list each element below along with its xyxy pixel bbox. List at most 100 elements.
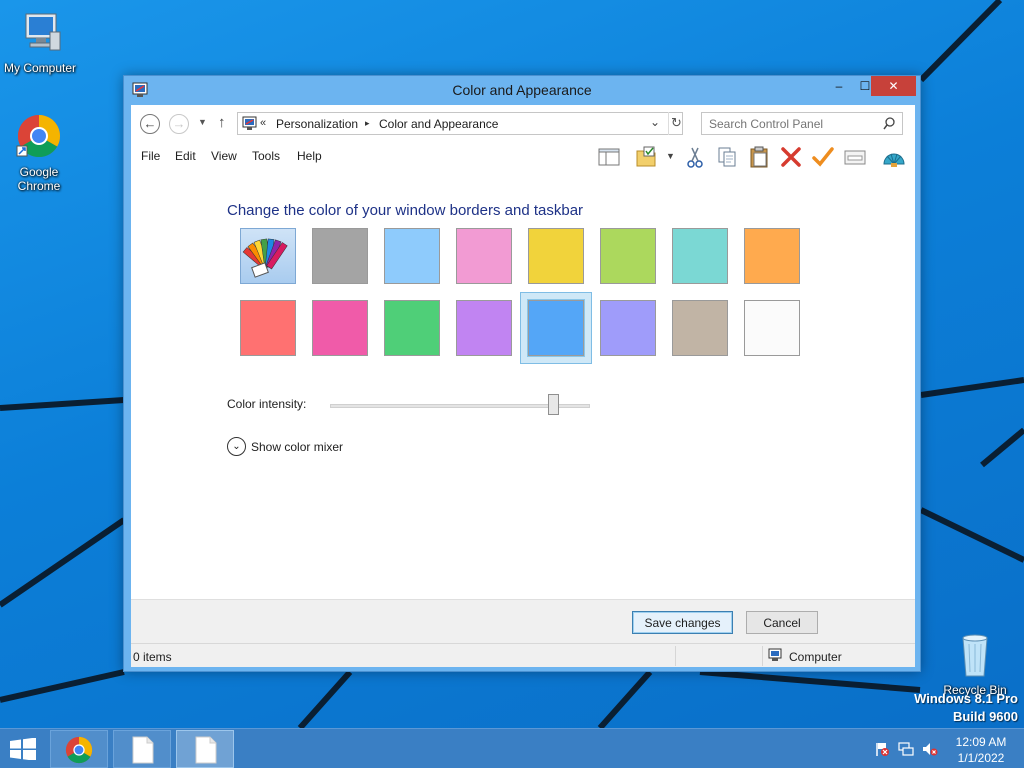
swatch-custom-palette[interactable] xyxy=(240,228,296,284)
search-icon[interactable] xyxy=(883,117,895,130)
swatch-purple[interactable] xyxy=(456,300,512,356)
show-color-mixer-label[interactable]: Show color mixer xyxy=(251,440,343,454)
status-item-count: 0 items xyxy=(133,650,172,664)
cancel-button[interactable]: Cancel xyxy=(746,611,818,634)
clock-time: 12:09 AM xyxy=(955,735,1007,749)
dialog-footer: Save changes Cancel xyxy=(131,599,915,643)
swatch-periwinkle[interactable] xyxy=(600,300,656,356)
desktop-icon-label: Google Chrome xyxy=(17,165,61,193)
swatch-green[interactable] xyxy=(384,300,440,356)
menu-view[interactable]: View xyxy=(211,149,237,163)
content-area: Change the color of your window borders … xyxy=(131,171,915,599)
breadcrumb-arrow-icon[interactable]: ▸ xyxy=(365,118,370,129)
network-icon[interactable] xyxy=(898,741,914,757)
taskbar-chrome[interactable] xyxy=(50,730,108,768)
desktop-icon-google-chrome[interactable]: Google Chrome xyxy=(0,112,79,193)
folder-check-icon[interactable] xyxy=(634,145,658,169)
status-divider xyxy=(762,646,763,666)
forward-button[interactable]: → xyxy=(169,114,189,134)
volume-muted-icon[interactable] xyxy=(922,741,938,757)
save-changes-button[interactable]: Save changes xyxy=(632,611,733,634)
breadcrumb-overflow[interactable]: « xyxy=(260,117,266,129)
swatch-light-blue[interactable] xyxy=(384,228,440,284)
menu-bar: File Edit View Tools Help ▼ xyxy=(131,141,915,171)
watermark-edition: Windows 8.1 Pro xyxy=(914,691,1018,706)
swatch-pink[interactable] xyxy=(456,228,512,284)
watermark-build: Build 9600 xyxy=(952,709,1018,724)
paste-icon[interactable] xyxy=(747,145,771,169)
menu-help[interactable]: Help xyxy=(297,149,322,163)
address-dropdown-button[interactable]: ⌄ xyxy=(650,115,660,129)
chevron-down-icon: ⌄ xyxy=(650,115,661,129)
close-button[interactable]: ✕ xyxy=(871,76,916,96)
window-title: Color and Appearance xyxy=(452,82,592,98)
document-icon xyxy=(132,736,154,764)
refresh-button[interactable]: ↻ xyxy=(668,112,684,135)
desktop-icon-label: My Computer xyxy=(3,61,77,75)
title-bar[interactable]: Color and Appearance ‒ ☐ ✕ xyxy=(124,76,920,105)
chrome-icon xyxy=(16,114,61,158)
taskbar-clock[interactable]: 12:09 AM 1/1/2022 xyxy=(944,734,1018,766)
chrome-icon xyxy=(65,736,93,764)
up-arrow-icon: ↑ xyxy=(218,114,226,131)
recent-locations-button[interactable]: ▼ xyxy=(198,117,207,127)
chevron-down-icon: ⌄ xyxy=(232,441,241,452)
search-box[interactable] xyxy=(701,112,903,135)
search-input[interactable] xyxy=(702,113,872,134)
window-client-area: ← → ▼ ↑ « Personalization ▸ Color and Ap… xyxy=(131,105,915,667)
cut-icon[interactable] xyxy=(683,145,707,169)
clock-date: 1/1/2022 xyxy=(957,751,1005,765)
swatch-teal[interactable] xyxy=(672,228,728,284)
swatch-magenta[interactable] xyxy=(312,300,368,356)
taskbar-document-2[interactable] xyxy=(176,730,234,768)
color-and-appearance-window: Color and Appearance ‒ ☐ ✕ ← → ▼ ↑ « Per… xyxy=(123,75,921,672)
copy-icon[interactable] xyxy=(715,145,739,169)
color-palette-icon xyxy=(242,238,288,278)
breadcrumb-personalization[interactable]: Personalization xyxy=(276,117,358,131)
swatch-lime[interactable] xyxy=(600,228,656,284)
menu-edit[interactable]: Edit xyxy=(175,149,196,163)
back-arrow-icon: ← xyxy=(143,116,157,131)
preview-pane-icon[interactable] xyxy=(597,145,621,169)
menu-tools[interactable]: Tools xyxy=(252,149,280,163)
os-watermark: Windows 8.1 Pro Build 9600 xyxy=(914,690,1018,726)
action-center-flag-icon[interactable] xyxy=(874,741,890,757)
page-heading: Change the color of your window borders … xyxy=(227,202,584,219)
minimize-button[interactable]: ‒ xyxy=(826,76,852,96)
status-bar: 0 items Computer xyxy=(131,643,915,667)
control-panel-icon xyxy=(242,116,257,130)
computer-icon xyxy=(25,13,61,51)
breadcrumb-color-and-appearance[interactable]: Color and Appearance xyxy=(379,117,498,131)
desktop-icon-my-computer[interactable]: My Computer xyxy=(0,8,80,75)
checkmark-icon[interactable] xyxy=(811,145,835,169)
status-divider xyxy=(675,646,676,666)
properties-icon[interactable] xyxy=(843,145,867,169)
show-color-mixer-button[interactable]: ⌄ xyxy=(227,437,246,456)
address-bar[interactable]: « Personalization ▸ Color and Appearance… xyxy=(237,112,683,135)
menu-file[interactable]: File xyxy=(141,149,160,163)
chevron-down-icon: ▼ xyxy=(198,117,207,127)
up-button[interactable]: ↑ xyxy=(218,114,226,131)
swatch-white[interactable] xyxy=(744,300,800,356)
swatch-taupe[interactable] xyxy=(672,300,728,356)
swatch-yellow[interactable] xyxy=(528,228,584,284)
shell-icon[interactable] xyxy=(882,145,906,169)
swatch-orange[interactable] xyxy=(744,228,800,284)
swatch-gray[interactable] xyxy=(312,228,368,284)
color-intensity-label: Color intensity: xyxy=(227,397,307,411)
recycle-bin-icon xyxy=(962,634,988,677)
toolbar-dropdown-icon[interactable]: ▼ xyxy=(666,151,675,161)
navigation-row: ← → ▼ ↑ « Personalization ▸ Color and Ap… xyxy=(131,105,915,141)
computer-icon xyxy=(768,648,782,661)
refresh-icon: ↻ xyxy=(671,115,682,130)
document-icon xyxy=(195,736,217,764)
swatch-blue[interactable] xyxy=(527,299,585,357)
taskbar-document-1[interactable] xyxy=(113,730,171,768)
color-intensity-slider-thumb[interactable] xyxy=(548,394,559,415)
delete-icon[interactable] xyxy=(779,145,803,169)
desktop-icon-recycle-bin[interactable]: Recycle Bin xyxy=(935,630,1015,697)
back-button[interactable]: ← xyxy=(140,114,160,134)
swatch-red[interactable] xyxy=(240,300,296,356)
status-location: Computer xyxy=(789,650,842,664)
windows-start-icon[interactable] xyxy=(8,738,38,760)
